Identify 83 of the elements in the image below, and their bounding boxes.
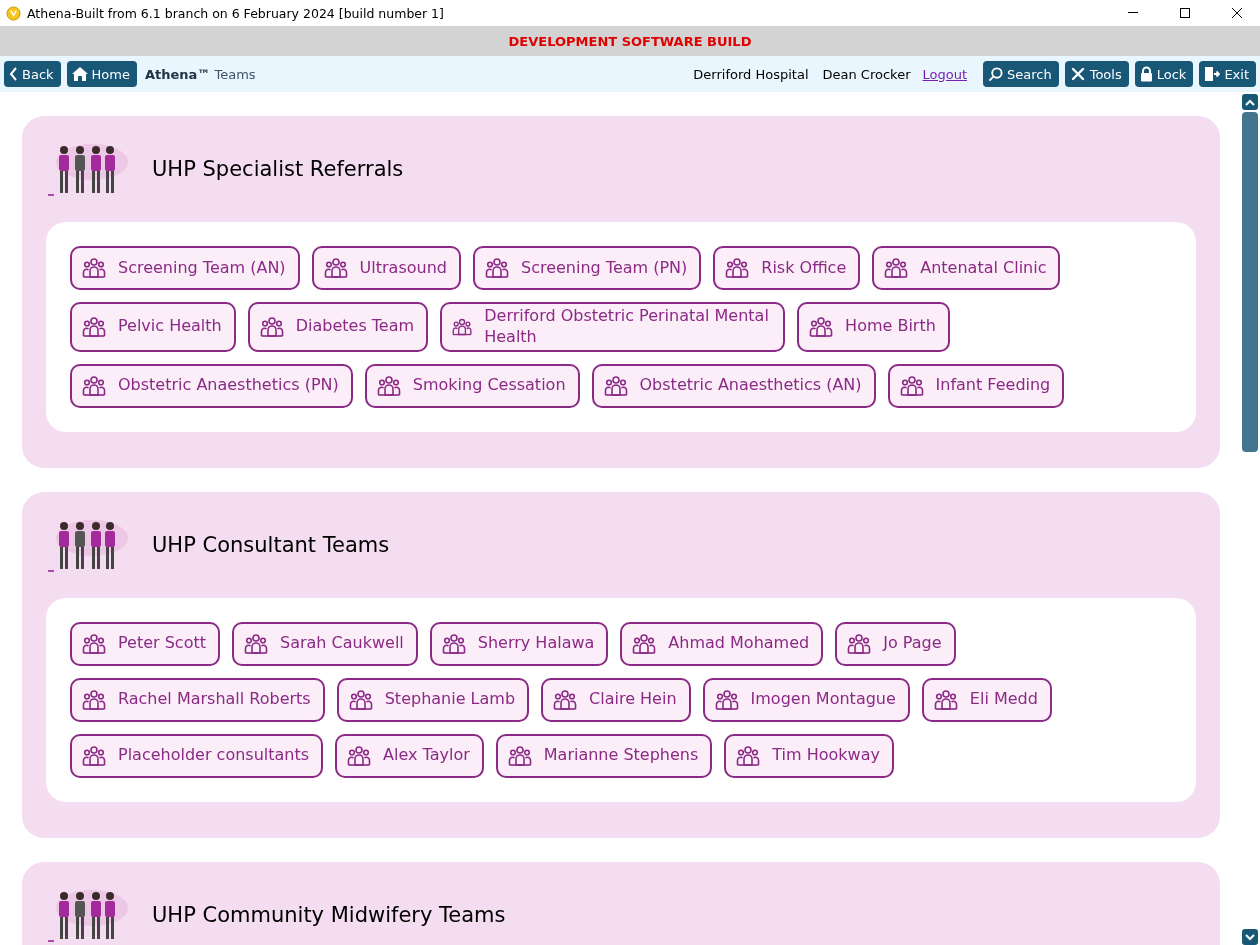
scrollbar-thumb[interactable] [1242,112,1258,452]
team-button[interactable]: Antenatal Clinic [872,246,1061,290]
window-title: Athena-Built from 6.1 branch on 6 February 2024 [build number 1] [27,5,445,21]
team-button[interactable]: Eli Medd [921,677,1052,722]
team-button[interactable]: Ultrasound [311,246,461,290]
team-button[interactable]: Pelvic Health [70,302,236,352]
team-button[interactable]: Peter Scott [70,621,220,666]
section-title: UHP Specialist Referrals [152,157,404,181]
people-group-icon [553,689,578,710]
team-button[interactable]: Risk Office [713,246,861,290]
people-group-icon [884,258,909,278]
people-group-icon [376,375,401,396]
logout-link[interactable]: Logout [922,66,967,82]
team-button[interactable]: Stephanie Lamb [336,677,530,722]
people-group-icon [603,375,628,396]
team-button[interactable]: Smoking Cessation [364,363,580,408]
people-group-icon [347,745,372,766]
close-icon [1232,8,1242,18]
user-name: Dean Crocker [822,66,911,82]
team-button[interactable]: Sherry Halawa [429,621,609,666]
people-group-icon [348,689,373,710]
back-button[interactable]: Back [4,61,61,87]
minimize-icon [1128,12,1138,14]
people-group-icon [714,689,739,710]
people-group-icon [82,316,106,337]
people-group-icon [725,258,750,278]
team-button[interactable]: Screening Team (PN) [473,246,702,290]
people-group-icon [809,316,834,337]
people-group-icon [452,316,473,337]
team-button[interactable]: Ahmad Mohamed [620,621,824,666]
team-button[interactable]: Obstetric Anaesthetics (AN) [591,363,876,408]
app-logo-icon [6,5,21,21]
people-group-icon [82,745,106,766]
team-button[interactable]: Diabetes Team [247,302,429,352]
section-title: UHP Consultant Teams [152,532,390,557]
lock-icon [1139,66,1153,82]
team-button[interactable]: Claire Hein [541,677,691,722]
team-button[interactable]: Jo Page [835,621,956,666]
people-group-icon [847,633,872,654]
team-button[interactable]: Marianne Stephens [495,733,713,778]
home-icon [71,67,88,81]
lock-button[interactable]: Lock [1134,61,1194,87]
people-group-icon [632,633,657,654]
home-button[interactable]: Home [66,61,137,87]
people-group-icon [82,375,106,396]
chevron-down-icon [1245,933,1255,941]
people-group-icon [82,689,106,710]
exit-button[interactable]: Exit [1199,61,1256,87]
people-group-icon [244,633,268,654]
people-group-icon [933,689,958,710]
banner-text: DEVELOPMENT SOFTWARE BUILD [508,33,752,49]
page-title: Athena™ Teams [144,66,256,82]
people-group-icon [82,258,106,278]
scroll-up-button[interactable] [1242,94,1258,110]
maximize-icon [1180,8,1190,18]
chevron-left-icon [9,67,18,81]
people-group-icon [82,633,106,654]
search-button[interactable]: Search [983,61,1059,87]
hospital-name: Derriford Hospital [693,66,809,82]
scroll-down-button[interactable] [1242,929,1258,945]
team-button[interactable]: Placeholder consultants [70,733,324,778]
team-button[interactable]: Derriford Obstetric Perinatal Mental Health [440,302,786,352]
people-group-icon [899,375,924,396]
team-button[interactable]: Home Birth [797,302,950,352]
team-button[interactable]: Rachel Marshall Roberts [70,677,325,722]
team-button[interactable]: Imogen Montague [702,677,910,722]
section-title: UHP Community Midwifery Teams [152,902,506,927]
people-group-icon [485,258,509,278]
people-group-icon [323,258,348,278]
people-group-icon [441,633,466,654]
people-group-icon [507,745,532,766]
team-button[interactable]: Screening Team (AN) [70,246,300,290]
team-button[interactable]: Sarah Caukwell [232,621,418,666]
search-icon [988,66,1003,82]
exit-door-icon [1204,66,1221,82]
people-group-icon [736,745,761,766]
team-button[interactable]: Tim Hookway [724,733,894,778]
team-button[interactable]: Obstetric Anaesthetics (PN) [70,363,353,408]
team-button[interactable]: Infant Feeding [887,363,1065,408]
chevron-up-icon [1245,98,1255,106]
tools-button[interactable]: Tools [1064,61,1129,87]
people-group-icon [259,316,284,337]
team-button[interactable]: Alex Taylor [335,733,484,778]
